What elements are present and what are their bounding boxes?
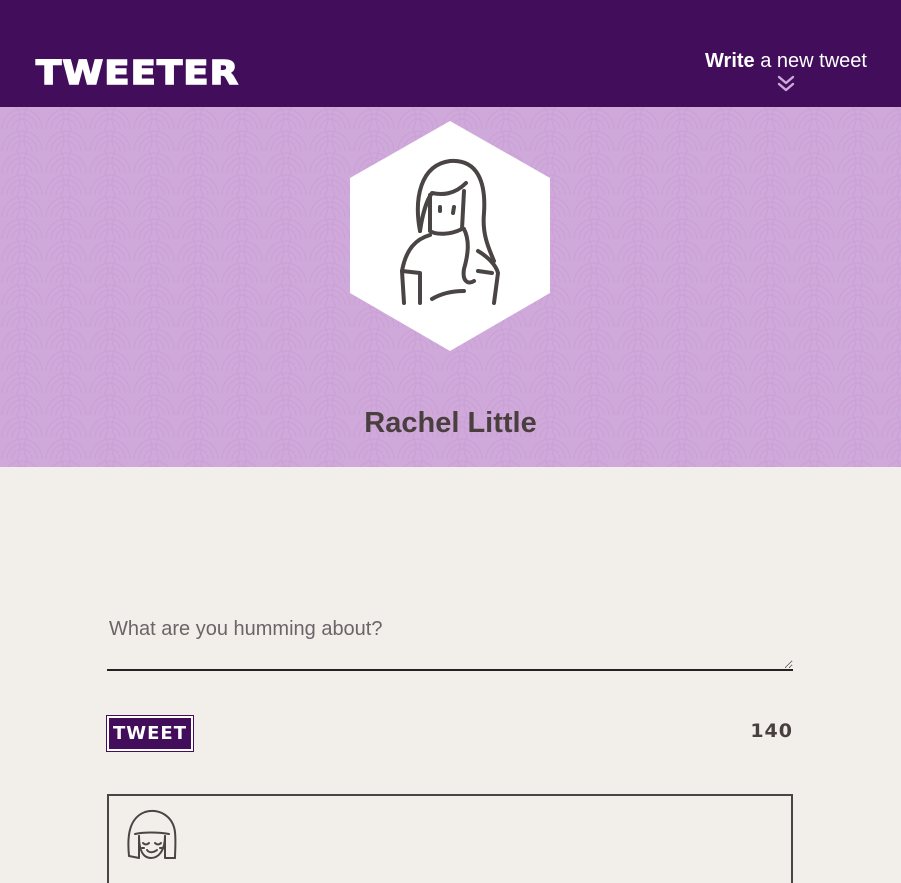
top-nav: TWEETER Write a new tweet bbox=[0, 0, 901, 107]
write-new-tweet-label: Write a new tweet bbox=[701, 50, 871, 73]
new-tweet-form: TWEET 140 bbox=[106, 610, 793, 752]
write-new-tweet-toggle[interactable]: Write a new tweet bbox=[701, 50, 871, 100]
tweet-text-input[interactable] bbox=[107, 610, 793, 671]
app-logo[interactable]: TWEETER bbox=[35, 55, 239, 90]
smiling-face-avatar-icon bbox=[127, 810, 177, 859]
double-chevron-down-icon bbox=[777, 75, 795, 92]
tweet-submit-button[interactable]: TWEET bbox=[106, 715, 194, 752]
tweet-card bbox=[107, 794, 793, 883]
profile-name: Rachel Little bbox=[364, 407, 537, 439]
character-counter: 140 bbox=[750, 720, 793, 742]
write-label-bold: Write bbox=[705, 50, 755, 72]
write-label-rest: a new tweet bbox=[754, 50, 867, 72]
profile-header: Rachel Little bbox=[0, 107, 901, 467]
avatar-hexagon bbox=[350, 121, 550, 351]
compose-actions: TWEET 140 bbox=[106, 715, 793, 752]
